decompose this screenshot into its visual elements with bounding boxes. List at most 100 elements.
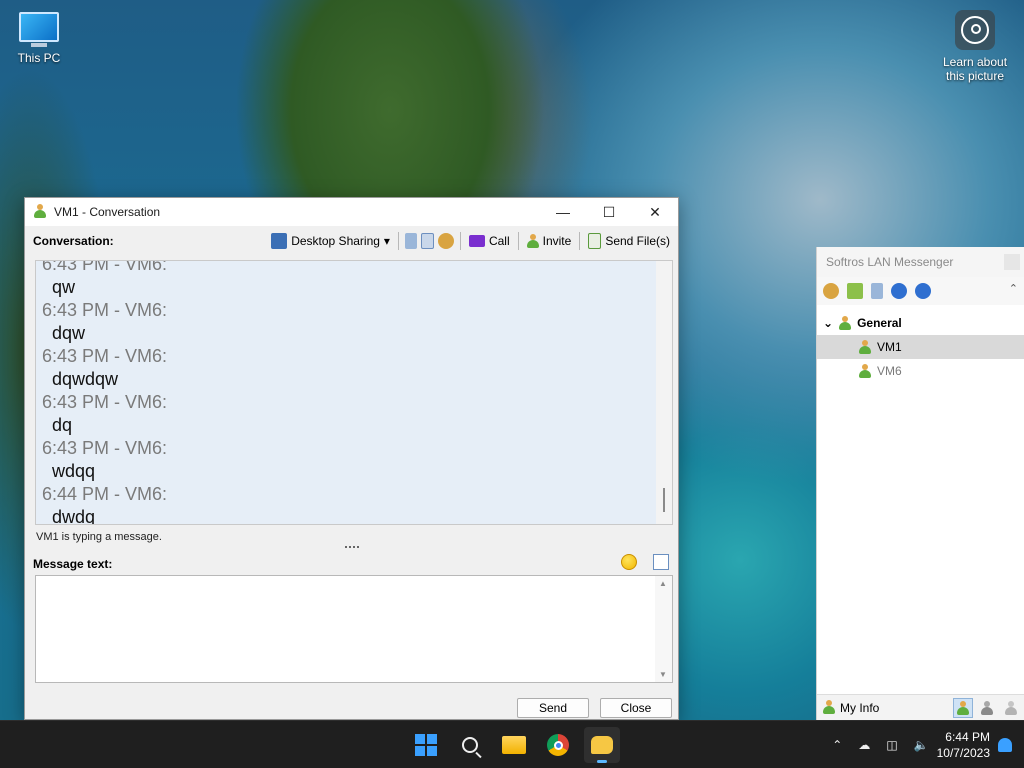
message-input-scrollbar[interactable]: ▲ ▼ (655, 576, 672, 682)
message-text: dqwdqw (52, 369, 119, 389)
contact-item-vm6[interactable]: VM6 (817, 359, 1024, 383)
history-scrollbar[interactable] (656, 261, 672, 524)
message-text: qw (52, 277, 76, 297)
status-offline-icon (1005, 700, 1017, 716)
chevron-up-icon[interactable]: ⌃ (1009, 282, 1018, 295)
clock[interactable]: 6:44 PM 10/7/2023 (937, 729, 990, 761)
camera-icon (955, 10, 995, 50)
notes-icon[interactable] (420, 233, 434, 249)
message-header: 6:44 PM - VM6: (42, 484, 168, 504)
message-text-label: Message text: (33, 557, 113, 571)
status-away-icon (981, 700, 993, 716)
typing-status: VM1 is typing a message. (36, 531, 162, 543)
network-icon[interactable]: ◫ (886, 738, 897, 752)
chevron-up-icon[interactable]: ⌃ (832, 738, 842, 752)
status-away-button[interactable] (977, 698, 997, 718)
folder-icon (502, 736, 526, 754)
conversation-toolbar: Conversation: Desktop Sharing ▾ Call Inv… (25, 226, 678, 256)
conversation-history[interactable]: 6:43 PM - VM6: qw 6:43 PM - VM6: dqw 6:4… (35, 260, 673, 525)
file-explorer-button[interactable] (496, 727, 532, 763)
maximize-button[interactable]: ☐ (586, 198, 632, 226)
windows-logo-icon (415, 734, 437, 756)
video-camera-icon (468, 235, 485, 247)
message-item: 6:43 PM - VM6: wdqq (36, 437, 672, 483)
settings-icon[interactable] (437, 233, 454, 249)
message-header: 6:43 PM - VM6: (42, 260, 168, 274)
text-format-icon[interactable] (653, 554, 669, 570)
status-online-icon (957, 700, 969, 716)
chat-bubble-icon (591, 736, 613, 754)
message-text: dqw (52, 323, 86, 343)
message-text: wdqq (52, 461, 96, 481)
add-users-icon (526, 233, 539, 249)
scroll-down-icon[interactable]: ▼ (659, 670, 667, 679)
message-input[interactable]: ▲ ▼ (35, 575, 673, 683)
minimize-button[interactable]: — (540, 198, 586, 226)
info-icon[interactable] (915, 283, 931, 299)
help-icon[interactable] (891, 283, 907, 299)
search-button[interactable] (452, 727, 488, 763)
dropdown-arrow-icon: ▾ (383, 234, 390, 248)
group-label: General (857, 316, 902, 330)
panel-title: Softros LAN Messenger (826, 255, 954, 269)
chevron-down-icon[interactable]: ⌄ (823, 316, 833, 330)
learn-about-picture-desktop-icon[interactable]: Learn about this picture (938, 10, 1012, 83)
notification-bell-icon[interactable] (998, 738, 1012, 752)
history-icon[interactable] (871, 283, 883, 299)
group-general[interactable]: ⌄ General (817, 311, 1024, 335)
message-header: 6:43 PM - VM6: (42, 392, 168, 412)
message-header: 6:43 PM - VM6: (42, 346, 168, 366)
chrome-button[interactable] (540, 727, 576, 763)
message-item: 6:43 PM - VM6: qw (36, 260, 672, 299)
close-button[interactable]: Close (600, 698, 672, 718)
desktop-sharing-icon (271, 233, 288, 249)
contact-item-vm1[interactable]: VM1 (817, 335, 1024, 359)
panel-footer: My Info (817, 694, 1024, 720)
start-button[interactable] (408, 727, 444, 763)
status-offline-button[interactable] (1001, 698, 1021, 718)
contact-name: VM1 (877, 340, 902, 354)
speaker-muted-icon[interactable]: 🔈 (914, 738, 929, 752)
emoji-icon[interactable] (621, 554, 637, 570)
scrollbar-thumb[interactable] (663, 488, 665, 512)
send-button[interactable]: Send (517, 698, 589, 718)
taskbar: ⌃ ☁ ◫ 🔈 6:44 PM 10/7/2023 (0, 720, 1024, 768)
scroll-up-icon[interactable]: ▲ (659, 579, 667, 588)
conversation-window: VM1 - Conversation — ☐ ✕ Conversation: D… (24, 197, 679, 720)
send-files-button[interactable]: Send File(s) (586, 233, 672, 249)
settings-icon[interactable] (823, 283, 839, 299)
onedrive-cloud-icon[interactable]: ☁ (858, 738, 870, 752)
message-item: 6:43 PM - VM6: dq (36, 391, 672, 437)
my-info-button[interactable]: My Info (840, 701, 879, 715)
conversation-label: Conversation: (33, 234, 114, 248)
lan-messenger-taskbar-button[interactable] (584, 727, 620, 763)
invite-button[interactable]: Invite (525, 233, 574, 249)
message-header: 6:43 PM - VM6: (42, 300, 168, 320)
clock-date: 10/7/2023 (936, 746, 990, 760)
this-pc-label: This PC (17, 51, 61, 65)
chrome-icon (547, 734, 569, 756)
panel-toolbar: ⌃ (817, 277, 1024, 305)
group-users-icon (839, 315, 852, 331)
status-online-button[interactable] (953, 698, 973, 718)
splitter-grip[interactable] (345, 546, 359, 548)
message-text: dq (52, 415, 73, 435)
user-online-icon (859, 363, 871, 379)
monitor-icon (19, 12, 59, 42)
system-tray: ⌃ ☁ ◫ 🔈 6:44 PM 10/7/2023 (824, 721, 1024, 768)
message-header: 6:43 PM - VM6: (42, 438, 168, 458)
user-online-icon (859, 339, 871, 355)
close-window-button[interactable]: ✕ (632, 198, 678, 226)
panel-titlebar[interactable]: Softros LAN Messenger (817, 247, 1024, 277)
panel-close-icon[interactable] (1004, 254, 1020, 270)
desktop-sharing-button[interactable]: Desktop Sharing ▾ (269, 233, 392, 249)
call-button[interactable]: Call (467, 234, 512, 248)
message-item: 6:43 PM - VM6: dqwdqw (36, 345, 672, 391)
window-title: VM1 - Conversation (54, 205, 161, 219)
open-folder-icon[interactable] (847, 283, 863, 299)
window-titlebar[interactable]: VM1 - Conversation — ☐ ✕ (25, 198, 678, 226)
history-icon[interactable] (404, 233, 417, 249)
my-info-icon[interactable] (823, 700, 835, 715)
this-pc-desktop-icon[interactable]: This PC (14, 10, 64, 65)
message-item: 6:43 PM - VM6: dqw (36, 299, 672, 345)
